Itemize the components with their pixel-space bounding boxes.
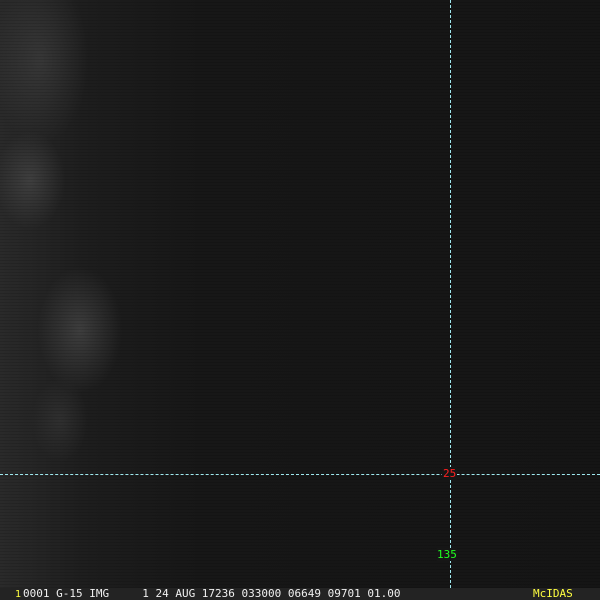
longitude-label: 135	[437, 548, 457, 561]
mcidas-brand: McIDAS	[533, 587, 573, 600]
image-info: 0001 G-15 IMG 1 24 AUG 17236 033000 0664…	[23, 587, 401, 600]
frame-number: 1	[15, 589, 22, 600]
latitude-label: 25	[442, 467, 458, 480]
status-bar: 1 0001 G-15 IMG 1 24 AUG 17236 033000 06…	[0, 588, 600, 600]
satellite-imagery	[0, 0, 600, 588]
longitude-gridline	[450, 0, 451, 588]
satellite-view: 25 135 1 0001 G-15 IMG 1 24 AUG 17236 03…	[0, 0, 600, 600]
latitude-gridline	[0, 474, 600, 475]
